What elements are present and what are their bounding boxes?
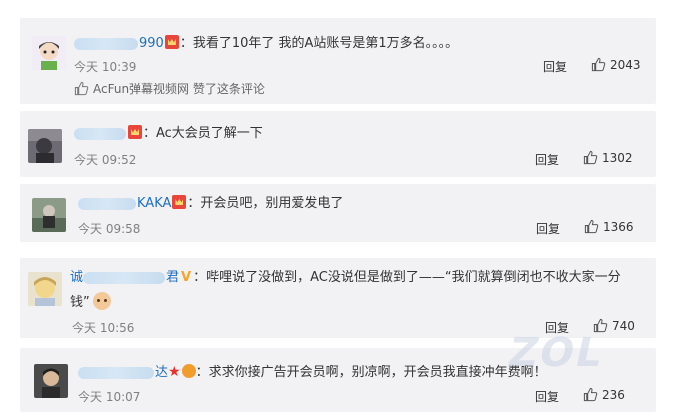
like-button[interactable]: 236 xyxy=(583,387,625,402)
timestamp: 今天 10:56 xyxy=(72,321,135,335)
avatar[interactable] xyxy=(34,364,68,398)
like-count: 1302 xyxy=(602,150,633,165)
like-button[interactable]: 1366 xyxy=(584,219,634,234)
reply-button[interactable]: 回复 xyxy=(535,151,559,168)
avatar[interactable] xyxy=(28,129,62,163)
verified-v-icon: V xyxy=(181,270,192,285)
username[interactable]: 990 xyxy=(139,36,164,51)
timestamp: 今天 09:58 xyxy=(78,222,141,236)
like-count: 1366 xyxy=(603,219,634,234)
username-prefix[interactable]: 诚 xyxy=(70,270,83,285)
reply-button[interactable]: 回复 xyxy=(535,388,559,405)
comment-line: 990 ：我看了10年了 我的A站账号是第1万多名。。。。 xyxy=(74,34,458,54)
thumbs-up-icon xyxy=(74,81,89,96)
thumbs-up-icon xyxy=(584,219,599,234)
thumbs-up-icon xyxy=(591,57,606,72)
username-blurred[interactable] xyxy=(78,366,154,379)
username-blurred[interactable] xyxy=(78,197,136,210)
comment-text: ：我看了10年了 我的A站账号是第1万多名。。。。 xyxy=(179,36,459,51)
comment-card: ：Ac大会员了解一下 今天 09:52 回复 1302 xyxy=(20,111,656,177)
username-blurred[interactable] xyxy=(74,37,138,50)
username[interactable]: 达 xyxy=(155,365,168,380)
timestamp: 今天 10:39 xyxy=(74,60,137,74)
liked-by-text: AcFun弹幕视频网 赞了这条评论 xyxy=(93,82,265,96)
level-badge-icon xyxy=(181,364,196,378)
doge-emoji-icon xyxy=(92,292,111,310)
comment-text-continued: 钱” xyxy=(70,295,90,310)
username-blurred[interactable] xyxy=(83,271,166,284)
reply-button[interactable]: 回复 xyxy=(543,58,567,75)
timestamp: 今天 10:07 xyxy=(78,390,141,404)
comment-card: 诚 君 V ：哔哩说了没做到，AC没说但是做到了——“我们就算倒闭也不收大家一分 钱”… xyxy=(20,258,656,338)
comment-card: KAKA ：开会员吧，别用爱发电了 今天 09:58 回复 1366 xyxy=(20,184,656,242)
comment-text: ：开会员吧，别用爱发电了 xyxy=(187,196,344,211)
avatar[interactable] xyxy=(32,36,66,70)
watermark-logo: ZOL xyxy=(503,330,608,376)
like-count: 740 xyxy=(612,318,635,333)
liked-by-notice: AcFun弹幕视频网 赞了这条评论 xyxy=(74,80,265,97)
avatar[interactable] xyxy=(32,198,66,232)
username[interactable]: KAKA xyxy=(137,196,171,211)
member-badge-icon xyxy=(172,195,187,209)
timestamp: 今天 09:52 xyxy=(74,153,137,167)
thumbs-up-icon xyxy=(583,387,598,402)
comment-text: ：哔哩说了没做到，AC没说但是做到了——“我们就算倒闭也不收大家一分 xyxy=(193,270,621,285)
comment-line: 诚 君 V ：哔哩说了没做到，AC没说但是做到了——“我们就算倒闭也不收大家一分 xyxy=(70,268,621,288)
comment-line: 达★ ：求求你接广告开会员啊，别凉啊，开会员我直接冲年费啊！ xyxy=(78,362,547,383)
username-blurred[interactable] xyxy=(74,127,126,140)
like-button[interactable]: 1302 xyxy=(583,150,633,165)
comment-text: ：Ac大会员了解一下 xyxy=(143,126,263,141)
like-count: 236 xyxy=(602,387,625,402)
thumbs-up-icon xyxy=(583,150,598,165)
star-badge-icon: ★ xyxy=(168,364,181,380)
member-badge-icon xyxy=(128,125,142,139)
member-badge-icon xyxy=(164,35,179,49)
like-count: 2043 xyxy=(610,57,641,72)
comment-line-2: 钱” xyxy=(70,292,111,313)
like-button[interactable]: 2043 xyxy=(591,57,641,72)
comment-text: ：求求你接广告开会员啊，别凉啊，开会员我直接冲年费啊！ xyxy=(195,365,547,380)
reply-button[interactable]: 回复 xyxy=(536,220,560,237)
avatar[interactable] xyxy=(28,272,62,306)
comment-line: KAKA ：开会员吧，别用爱发电了 xyxy=(78,194,343,214)
comment-line: ：Ac大会员了解一下 xyxy=(74,124,263,144)
username[interactable]: 君 xyxy=(166,270,179,285)
comment-card: 990 ：我看了10年了 我的A站账号是第1万多名。。。。 今天 10:39 回复… xyxy=(20,18,656,104)
